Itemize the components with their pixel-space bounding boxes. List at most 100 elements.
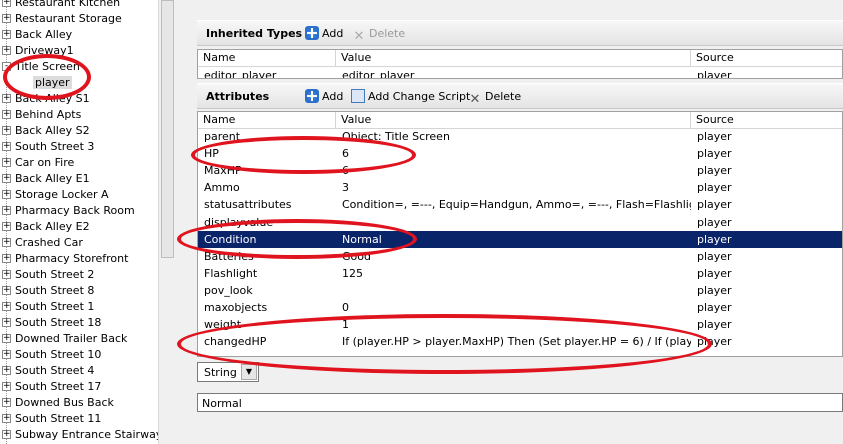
tree-item[interactable]: + South Street 8	[0, 283, 158, 299]
tree-item[interactable]: + Car on Fire	[0, 155, 158, 171]
cell-value: If (player.HP > player.MaxHP) Then (Set …	[342, 335, 691, 349]
tree-item[interactable]: + South Street 17	[0, 379, 158, 395]
attribute-type-dropdown[interactable]: String ▼	[197, 362, 259, 382]
expand-icon[interactable]: +	[2, 254, 11, 263]
table-row-selected[interactable]: Condition Normal player	[198, 230, 842, 248]
expand-icon[interactable]: +	[2, 222, 11, 231]
attributes-grid[interactable]: Name Value Source parent Object: Title Sc…	[197, 111, 843, 357]
tree-item[interactable]: + Back Alley S1	[0, 91, 158, 107]
tree-item[interactable]: + Downed Bus Back	[0, 395, 158, 411]
table-row[interactable]: displayvalue player	[198, 214, 842, 231]
tree-item[interactable]: + Back Alley	[0, 27, 158, 43]
table-row[interactable]: maxobjects 0 player	[198, 299, 842, 316]
attributes-add-button[interactable]: Add	[305, 89, 343, 105]
table-row[interactable]: editor_player editor_player player	[198, 67, 842, 78]
expand-icon[interactable]: +	[2, 158, 11, 167]
col-header-source[interactable]: Source	[691, 50, 842, 67]
attributes-grid-header: Name Value Source	[198, 112, 842, 129]
expand-icon[interactable]: +	[2, 334, 11, 343]
table-row[interactable]: statusattributes Condition=, =---, Equip=…	[198, 196, 842, 213]
tree-item[interactable]: - Title Screen	[0, 59, 158, 75]
col-header-source[interactable]: Source	[691, 112, 842, 129]
table-row[interactable]: Flashlight 125 player	[198, 265, 842, 282]
tree-item[interactable]: + South Street 11	[0, 411, 158, 427]
expand-icon[interactable]: +	[2, 14, 11, 23]
tree-item[interactable]: + Downed Trailer Back	[0, 331, 158, 347]
table-row[interactable]: MaxHP 6 player	[198, 162, 842, 179]
expand-icon[interactable]: +	[2, 350, 11, 359]
dropdown-arrow-icon[interactable]: ▼	[241, 364, 257, 380]
tree-item-label: Pharmacy Back Room	[15, 204, 135, 217]
cell-value: Object: Title Screen	[342, 130, 450, 143]
table-row[interactable]: Ammo 3 player	[198, 179, 842, 196]
inherited-types-grid[interactable]: Name Value Source editor_player editor_pl…	[197, 49, 843, 79]
tree-child-item[interactable]: player	[0, 75, 158, 91]
expand-icon[interactable]: +	[2, 414, 11, 423]
cell-name: pov_look	[204, 283, 253, 297]
expand-icon[interactable]: +	[2, 94, 11, 103]
table-row[interactable]: weight 1 player	[198, 316, 842, 333]
col-header-value[interactable]: Value	[336, 112, 691, 129]
collapse-icon[interactable]: -	[2, 62, 11, 71]
table-row[interactable]: HP 6 player	[198, 145, 842, 162]
col-header-name[interactable]: Name	[198, 112, 336, 129]
tree-item[interactable]: + South Street 3	[0, 139, 158, 155]
expand-icon[interactable]: +	[2, 142, 11, 151]
tree-item[interactable]: + Driveway1	[0, 43, 158, 59]
cell-name: statusattributes	[204, 198, 292, 212]
table-row[interactable]: parent Object: Title Screen player	[198, 128, 842, 145]
expand-icon[interactable]: +	[2, 206, 11, 215]
expand-icon[interactable]: +	[2, 366, 11, 375]
expand-icon[interactable]: +	[2, 382, 11, 391]
tree-item[interactable]: + South Street 2	[0, 267, 158, 283]
inherited-types-title: Inherited Types	[206, 27, 303, 40]
tree-scrollbar-thumb[interactable]	[161, 0, 174, 258]
expand-icon[interactable]: +	[2, 0, 11, 7]
tree-item[interactable]: + Pharmacy Storefront	[0, 251, 158, 267]
attribute-value-input[interactable]: Normal	[197, 393, 843, 412]
tree-item[interactable]: + Behind Apts	[0, 107, 158, 123]
tree-item[interactable]: + Back Alley E1	[0, 171, 158, 187]
tree-item[interactable]: + Crashed Car	[0, 235, 158, 251]
col-header-name[interactable]: Name	[198, 50, 336, 67]
attributes-toolbar: Attributes Add Add Change Script ✕ Delete	[197, 83, 843, 109]
tree-item[interactable]: + Subway Entrance Stairway	[0, 427, 158, 443]
add-change-script-button[interactable]: Add Change Script	[351, 89, 470, 105]
tree-item[interactable]: + South Street 18	[0, 315, 158, 331]
tree-item-label: Behind Apts	[15, 108, 82, 121]
expand-icon[interactable]: +	[2, 270, 11, 279]
expand-icon[interactable]: +	[2, 126, 11, 135]
tree-scrollbar[interactable]	[158, 0, 175, 444]
expand-icon[interactable]: +	[2, 30, 11, 39]
expand-icon[interactable]: +	[2, 238, 11, 247]
expand-icon[interactable]: +	[2, 302, 11, 311]
tree-item[interactable]: + Restaurant Storage	[0, 11, 158, 27]
expand-icon[interactable]: +	[2, 110, 11, 119]
table-row[interactable]: Batteries Good player	[198, 248, 842, 265]
expand-icon[interactable]: +	[2, 318, 11, 327]
tree-item[interactable]: + Back Alley S2	[0, 123, 158, 139]
inherited-delete-button[interactable]: ✕ Delete	[352, 26, 406, 44]
col-header-value[interactable]: Value	[336, 50, 691, 67]
expand-icon[interactable]: +	[2, 286, 11, 295]
tree-item[interactable]: + South Street 10	[0, 347, 158, 363]
expand-icon[interactable]: +	[2, 46, 11, 55]
table-row[interactable]: pov_look player	[198, 282, 842, 299]
table-row[interactable]: changedHP If (player.HP > player.MaxHP) T…	[198, 333, 842, 350]
tree-item[interactable]: + Back Alley E2	[0, 219, 158, 235]
tree-item[interactable]: + South Street 1	[0, 299, 158, 315]
expand-icon[interactable]: +	[2, 430, 11, 439]
object-tree[interactable]: + Restaurant Kitchen + Restaurant Storage + B…	[0, 0, 158, 444]
expand-icon[interactable]: +	[2, 398, 11, 407]
cell-value	[336, 214, 691, 231]
inherited-add-button[interactable]: Add	[305, 26, 343, 42]
tree-item[interactable]: + Storage Locker A	[0, 187, 158, 203]
tree-item[interactable]: + Pharmacy Back Room	[0, 203, 158, 219]
attributes-delete-button[interactable]: ✕ Delete	[468, 89, 522, 107]
expand-icon[interactable]: +	[2, 190, 11, 199]
cell-source: player	[697, 198, 732, 212]
expand-icon[interactable]: +	[2, 174, 11, 183]
tree-item[interactable]: + Restaurant Kitchen	[0, 0, 158, 11]
pane-splitter[interactable]	[175, 0, 197, 444]
tree-item[interactable]: + South Street 4	[0, 363, 158, 379]
